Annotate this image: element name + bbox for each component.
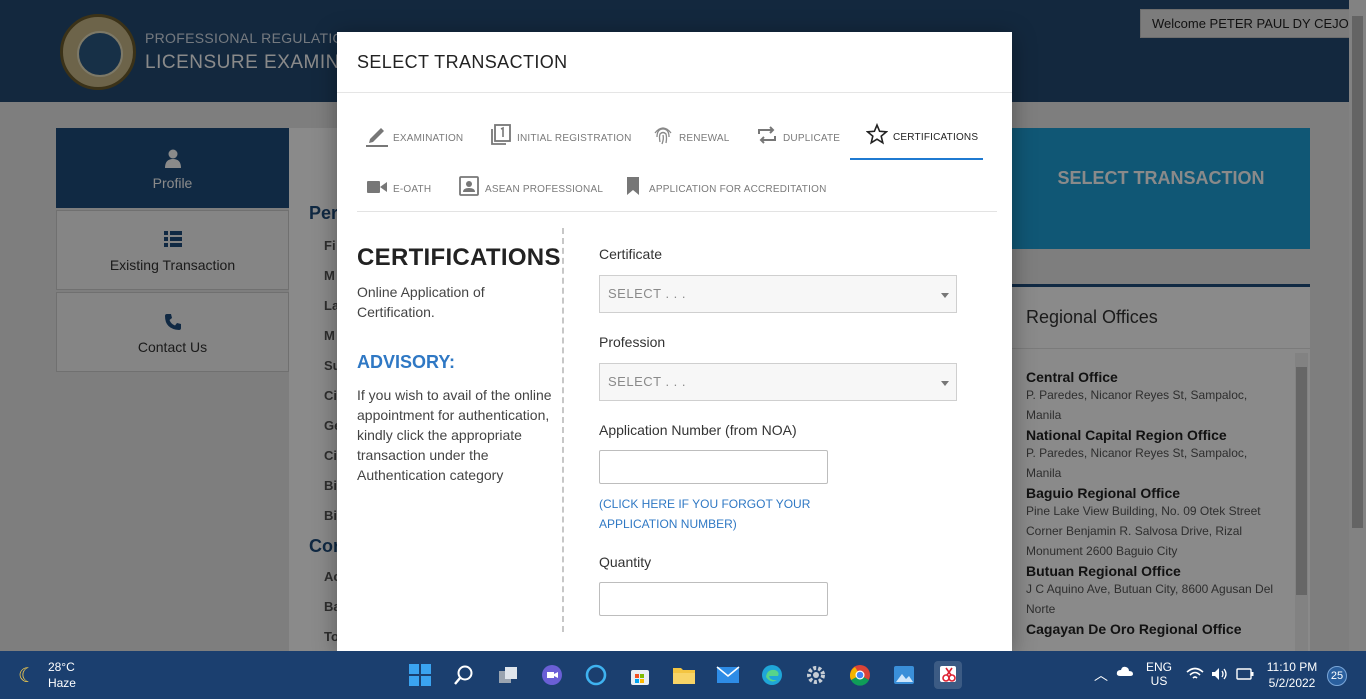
application-number-label: Application Number (from NOA)	[599, 422, 797, 438]
repeat-icon	[755, 125, 779, 151]
search-icon[interactable]	[450, 661, 478, 689]
tab-label: RENEWAL	[679, 132, 730, 144]
caret-down-icon	[941, 381, 949, 386]
language: ENG	[1146, 660, 1173, 674]
star-icon	[865, 122, 889, 151]
transaction-tabs: EXAMINATION INITIAL REGISTRATION RENEWAL…	[357, 116, 997, 212]
profession-select-value: SELECT . . .	[608, 374, 687, 389]
certifications-info: CERTIFICATIONS Online Application of Cer…	[357, 244, 561, 485]
caret-down-icon	[941, 293, 949, 298]
fingerprint-icon	[651, 124, 675, 152]
certificate-select[interactable]: SELECT . . .	[599, 275, 957, 313]
tab-asean-professional[interactable]: ASEAN PROFESSIONAL	[457, 167, 603, 211]
tab-duplicate[interactable]: DUPLICATE	[755, 116, 840, 160]
cortana-icon[interactable]	[582, 661, 610, 689]
notification-badge[interactable]: 25	[1327, 666, 1347, 686]
chat-icon[interactable]	[538, 661, 566, 689]
section-heading: CERTIFICATIONS	[357, 244, 561, 271]
tab-label: DUPLICATE	[783, 132, 841, 144]
tab-label: APPLICATION FOR ACCREDITATION	[649, 183, 827, 195]
task-view-icon[interactable]	[494, 661, 522, 689]
advisory-text: If you wish to avail of the online appoi…	[357, 387, 552, 483]
divider	[562, 228, 564, 632]
tab-e-oath[interactable]: E-OATH	[365, 167, 431, 211]
copy-one-icon	[489, 124, 513, 152]
tab-certifications[interactable]: CERTIFICATIONS	[850, 116, 983, 160]
windows-icon	[409, 664, 431, 686]
onedrive-icon[interactable]	[1116, 665, 1134, 680]
tab-label: INITIAL REGISTRATION	[517, 132, 632, 144]
moon-icon: ☾	[18, 664, 36, 687]
temperature: 28°C	[47, 660, 75, 674]
tab-label: ASEAN PROFESSIONAL	[485, 183, 604, 195]
chevron-up-icon[interactable]: ︿	[1094, 665, 1108, 685]
weather-widget[interactable]: ☾ 28°C Haze	[18, 659, 76, 691]
language-indicator[interactable]: ENG US	[1146, 660, 1172, 688]
tab-initial-registration[interactable]: INITIAL REGISTRATION	[489, 116, 632, 160]
folder-icon[interactable]	[670, 661, 698, 689]
weather-condition: Haze	[47, 676, 76, 690]
quantity-input[interactable]	[599, 582, 828, 616]
tab-application-for-accreditation[interactable]: APPLICATION FOR ACCREDITATION	[621, 167, 827, 211]
time: 11:10 PM	[1266, 660, 1318, 674]
tab-label: EXAMINATION	[393, 132, 464, 144]
volume-icon[interactable]	[1211, 667, 1229, 684]
video-camera-icon	[365, 178, 389, 201]
certificate-select-value: SELECT . . .	[608, 286, 687, 301]
advisory-heading: ADVISORY:	[357, 352, 456, 372]
id-badge-icon	[457, 176, 481, 202]
snipping-tool-icon[interactable]	[934, 661, 962, 689]
pencil-icon	[365, 123, 389, 153]
edge-icon[interactable]	[758, 661, 786, 689]
battery-icon[interactable]	[1236, 668, 1254, 683]
settings-icon[interactable]	[802, 661, 830, 689]
bookmark-icon	[621, 176, 645, 202]
chrome-icon[interactable]	[846, 661, 874, 689]
taskbar: ☾ 28°C Haze ︿ ENG US 11:10 PM 5/2/2022 2…	[0, 651, 1366, 699]
wifi-icon[interactable]	[1186, 667, 1204, 684]
mail-icon[interactable]	[714, 661, 742, 689]
application-number-input[interactable]	[599, 450, 828, 484]
region: US	[1150, 674, 1168, 688]
tab-examination[interactable]: EXAMINATION	[365, 116, 463, 160]
profession-label: Profession	[599, 334, 666, 350]
start-button[interactable]	[406, 661, 434, 689]
tab-label: E-OATH	[393, 183, 432, 195]
certificate-label: Certificate	[599, 246, 663, 262]
tab-label: CERTIFICATIONS	[893, 131, 979, 143]
modal-title: SELECT TRANSACTION	[337, 32, 1012, 93]
select-transaction-modal: SELECT TRANSACTION EXAMINATION INITIAL R…	[337, 32, 1012, 651]
store-icon[interactable]	[626, 661, 654, 689]
photos-icon[interactable]	[890, 661, 918, 689]
certification-form: Certificate SELECT . . . Profession SELE…	[599, 246, 959, 616]
quantity-label: Quantity	[599, 554, 652, 570]
forgot-application-number-link[interactable]: (CLICK HERE IF YOU FORGOT YOUR APPLICATI…	[599, 494, 829, 534]
profession-select[interactable]: SELECT . . .	[599, 363, 957, 401]
clock[interactable]: 11:10 PM 5/2/2022	[1264, 660, 1320, 690]
date: 5/2/2022	[1268, 676, 1316, 690]
tab-renewal[interactable]: RENEWAL	[651, 116, 729, 160]
section-description: Online Application of Certification.	[357, 284, 485, 320]
